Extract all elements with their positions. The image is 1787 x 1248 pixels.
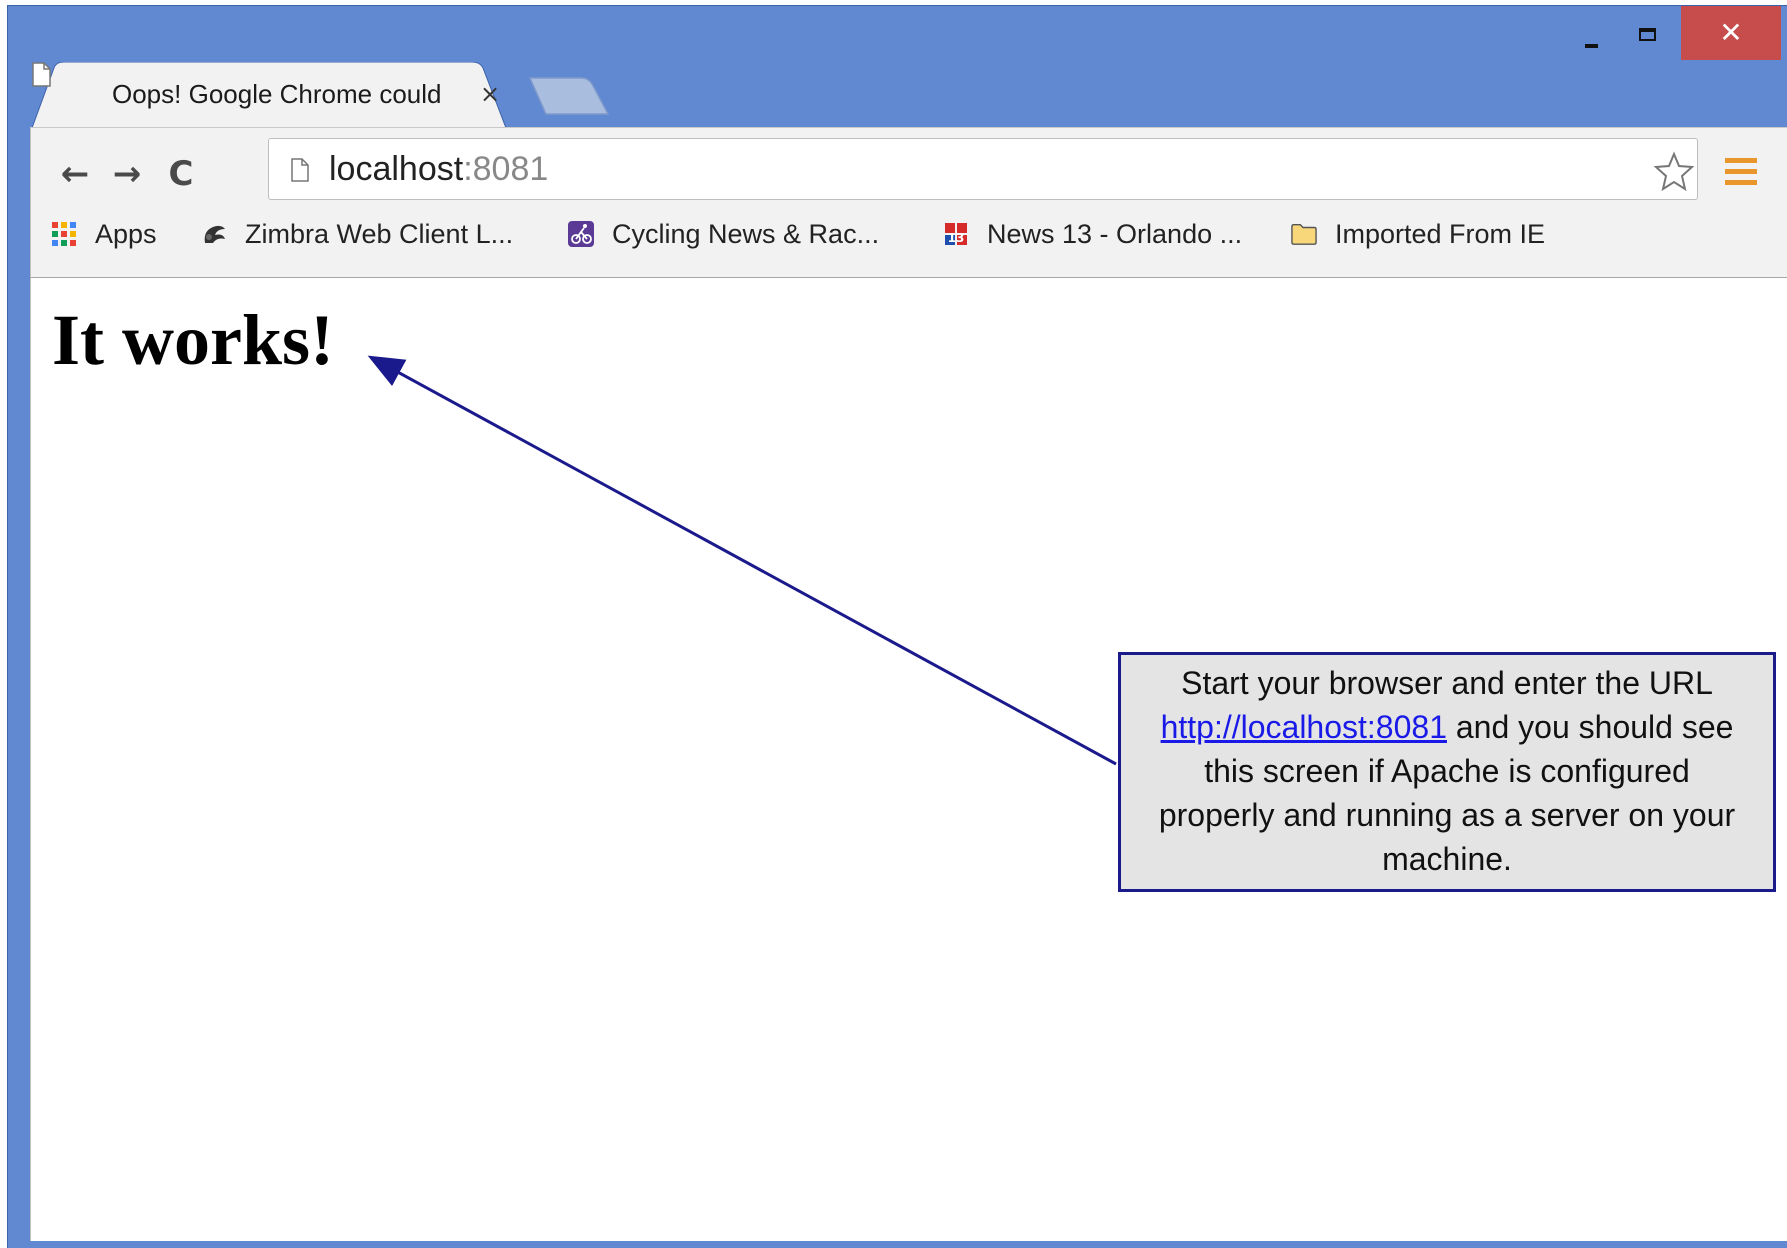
address-bar[interactable]: localhost:8081 xyxy=(268,138,1698,200)
forward-button[interactable]: → xyxy=(105,154,149,194)
bookmark-folder-imported[interactable]: Imported From IE xyxy=(1291,214,1591,254)
browser-window: ✕ Oops! Google Chrome could not connect … xyxy=(7,5,1787,1248)
annotation-callout: Start your browser and enter the URL htt… xyxy=(1118,652,1776,892)
tab-close-button[interactable]: × xyxy=(480,76,500,112)
maximize-button[interactable] xyxy=(1619,6,1679,58)
url-port: :8081 xyxy=(463,150,549,188)
back-button[interactable]: ← xyxy=(53,154,97,194)
reload-button[interactable]: C xyxy=(159,154,203,194)
callout-text-before: Start your browser and enter the URL xyxy=(1181,665,1713,701)
apps-grid-icon xyxy=(52,222,76,246)
menu-icon[interactable] xyxy=(1725,158,1757,188)
cycling-icon xyxy=(568,221,594,247)
bookmarks-bar: Apps Zimbra Web Client L... Cycling News… xyxy=(31,208,1787,262)
close-window-button[interactable]: ✕ xyxy=(1681,6,1781,60)
star-icon[interactable] xyxy=(1654,151,1694,191)
bookmark-label: Zimbra Web Client L... xyxy=(245,219,514,249)
url-host: localhost xyxy=(329,150,464,188)
close-icon: ✕ xyxy=(1719,16,1743,49)
new-tab-button[interactable] xyxy=(528,76,628,116)
browser-toolbar: ← → C localhost:8081 Apps Zimbra Web Cli… xyxy=(30,127,1787,277)
tab-title: Oops! Google Chrome could not connect xyxy=(112,79,442,109)
url-text[interactable]: localhost:8081 xyxy=(329,150,548,188)
tab-active[interactable]: Oops! Google Chrome could not connect × xyxy=(32,62,532,128)
zimbra-icon xyxy=(204,225,225,243)
bookmark-zimbra[interactable]: Zimbra Web Client L... xyxy=(201,214,551,254)
bookmark-label: News 13 - Orlando ... xyxy=(987,219,1243,249)
folder-icon xyxy=(1291,224,1317,245)
page-icon xyxy=(291,158,309,182)
callout-link[interactable]: http://localhost:8081 xyxy=(1161,709,1447,745)
bookmark-apps[interactable]: Apps xyxy=(51,214,171,254)
minimize-button[interactable] xyxy=(1563,6,1619,58)
bookmark-label: Imported From IE xyxy=(1335,219,1546,249)
bookmark-label: Apps xyxy=(95,219,157,249)
bookmark-cycling-news[interactable]: Cycling News & Rac... xyxy=(568,214,928,254)
news13-icon: 13 xyxy=(945,223,967,245)
minimize-icon xyxy=(1585,44,1598,48)
bookmark-news13[interactable]: 13 News 13 - Orlando ... xyxy=(943,214,1263,254)
bookmark-label: Cycling News & Rac... xyxy=(612,219,880,249)
page-content: It works! Start your browser and enter t… xyxy=(30,277,1787,1241)
maximize-icon xyxy=(1639,28,1656,41)
svg-text:13: 13 xyxy=(948,231,965,245)
page-heading: It works! xyxy=(52,300,334,380)
document-icon xyxy=(32,62,51,87)
